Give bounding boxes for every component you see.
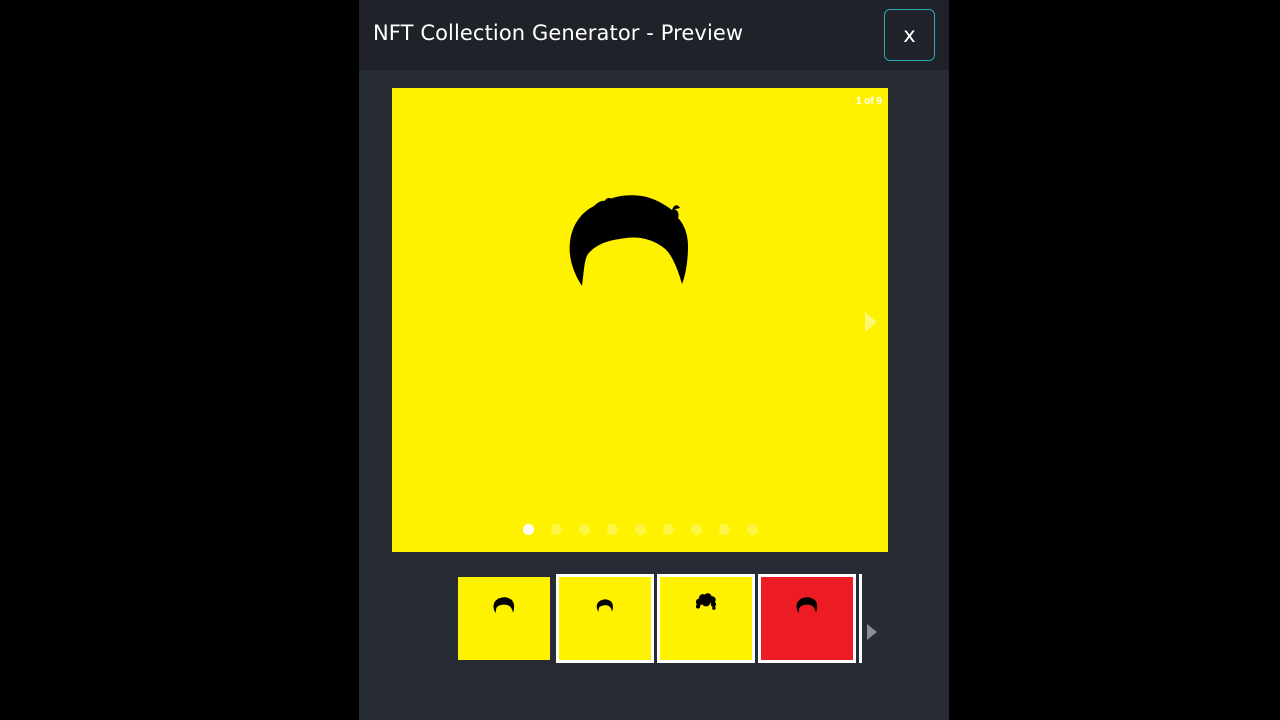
slide-counter: 1 of 9 xyxy=(855,96,882,107)
hair-silhouette-icon xyxy=(493,597,515,613)
thumbnail-strip xyxy=(455,574,865,664)
slide-dot[interactable] xyxy=(718,524,730,535)
slide-dot[interactable] xyxy=(662,524,674,535)
modal-header: NFT Collection Generator - Preview x xyxy=(359,0,949,70)
hair-silhouette-icon xyxy=(796,597,818,613)
slide-dot[interactable] xyxy=(550,524,562,535)
curly-hair-icon xyxy=(695,593,717,610)
close-button[interactable]: x xyxy=(884,9,935,61)
thumbnail-2[interactable] xyxy=(556,574,654,663)
slide-dot[interactable] xyxy=(522,524,534,535)
hair-silhouette-icon xyxy=(569,195,688,286)
thumbnail-5-edge[interactable] xyxy=(859,574,863,663)
hair-silhouette-icon xyxy=(596,599,613,612)
thumbnail-4[interactable] xyxy=(758,574,856,663)
preview-modal: NFT Collection Generator - Preview x 1 o… xyxy=(359,0,949,720)
slide-dot[interactable] xyxy=(746,524,758,535)
thumbnail-3[interactable] xyxy=(657,574,755,663)
thumbnail-1[interactable] xyxy=(455,574,553,663)
slide-dot[interactable] xyxy=(634,524,646,535)
main-preview-slide: 1 of 9 xyxy=(392,88,888,552)
slide-dot[interactable] xyxy=(578,524,590,535)
chevron-right-icon[interactable] xyxy=(865,312,877,332)
slide-dot[interactable] xyxy=(606,524,618,535)
thumbnail-next-icon[interactable] xyxy=(867,624,877,640)
modal-title: NFT Collection Generator - Preview xyxy=(373,21,744,45)
slide-dot[interactable] xyxy=(690,524,702,535)
slide-dots xyxy=(392,524,888,538)
